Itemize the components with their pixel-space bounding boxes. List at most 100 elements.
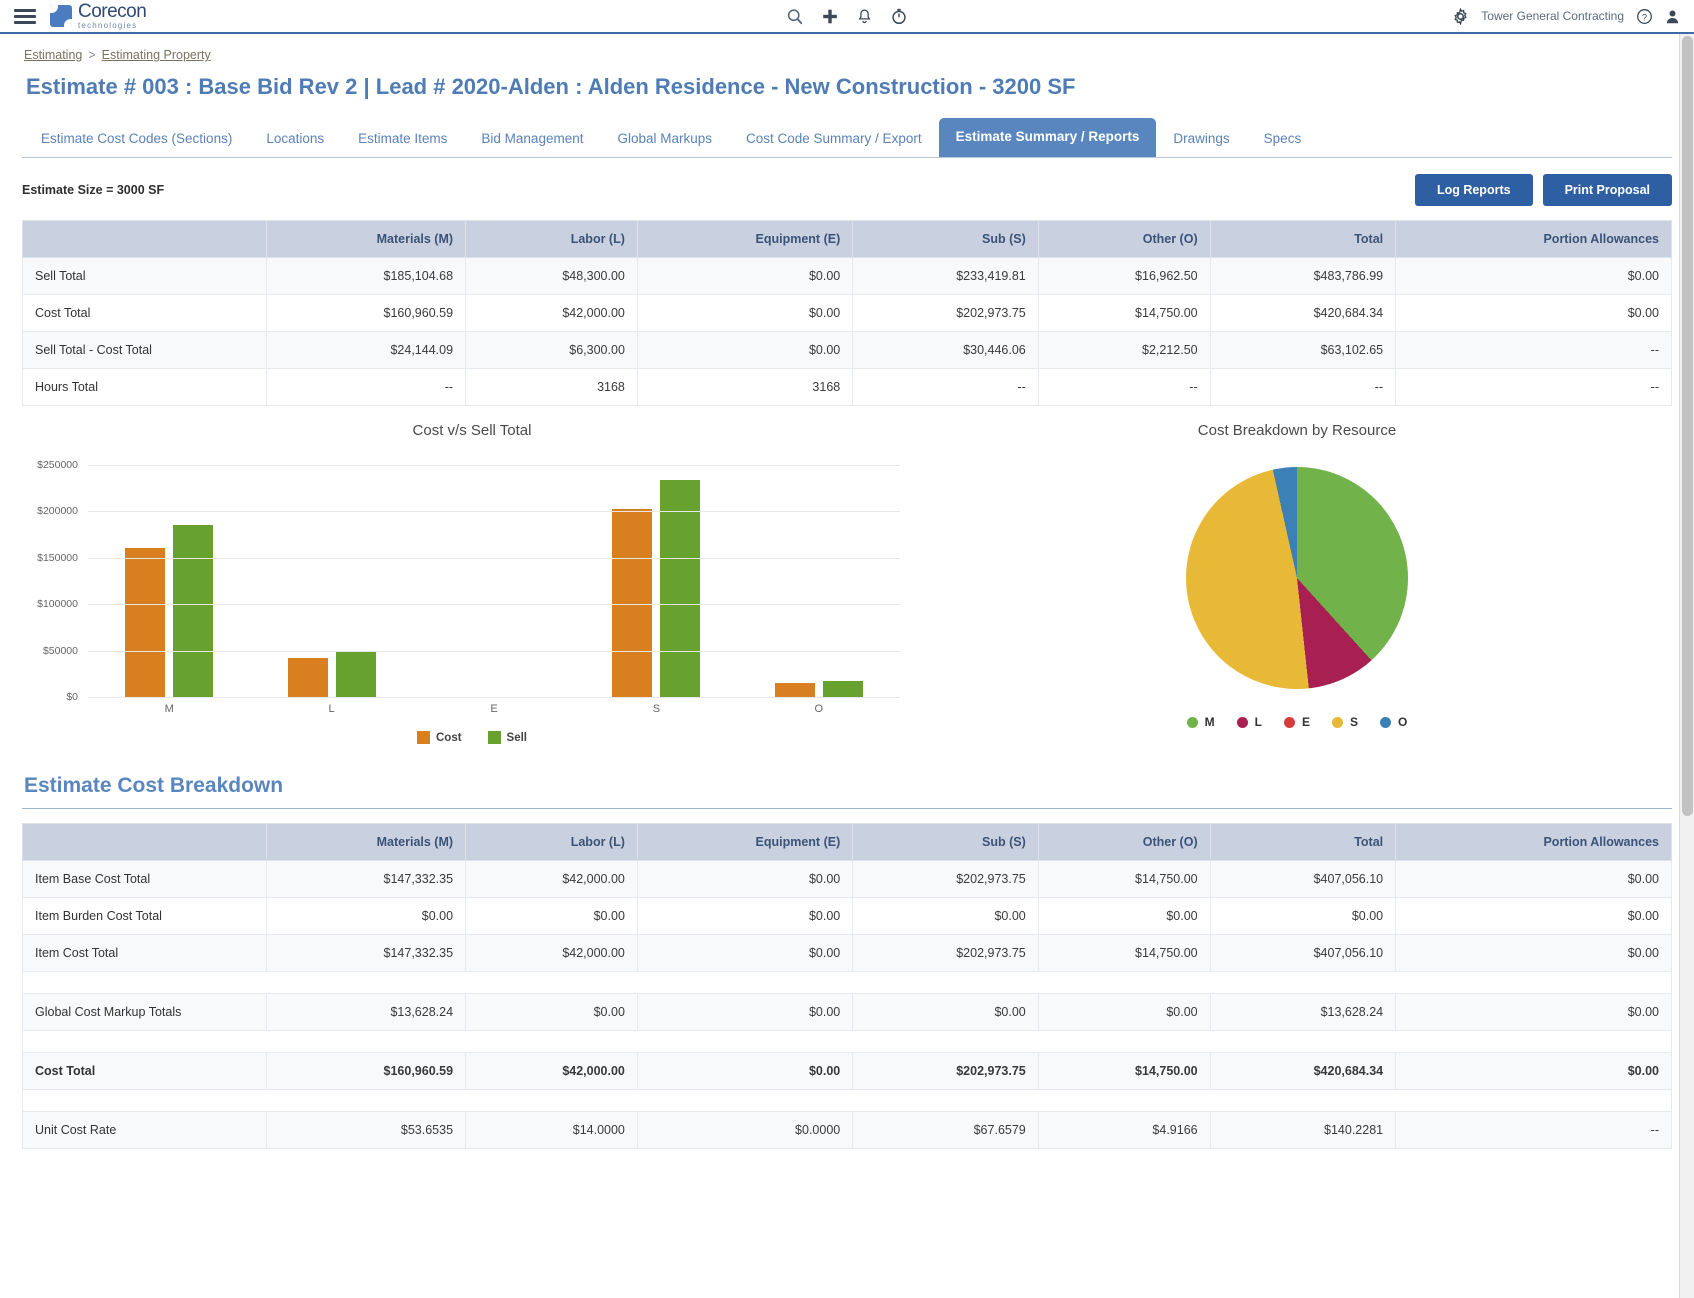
x-axis-label-L: L <box>328 703 335 715</box>
tab-estimate-cost-codes-sections[interactable]: Estimate Cost Codes (Sections) <box>24 122 249 157</box>
header-right: Tower General Contracting ? <box>1452 7 1680 25</box>
table-cell: $0.00 <box>852 897 1039 935</box>
legend-item-cost[interactable]: Cost <box>416 731 462 744</box>
bar-group-S <box>575 465 737 697</box>
gear-icon[interactable] <box>1452 7 1469 25</box>
table-cell: $233,419.81 <box>852 257 1039 295</box>
tab-global-markups[interactable]: Global Markups <box>600 122 729 157</box>
bar-cost-S[interactable] <box>612 508 653 697</box>
breadcrumb-separator: > <box>88 48 96 62</box>
table-cell: $0.00 <box>465 897 638 935</box>
help-icon[interactable]: ? <box>1636 8 1653 25</box>
user-avatar-icon[interactable] <box>1665 8 1680 25</box>
table-cell: $0.00 <box>1037 993 1211 1031</box>
table-cell: $0.00 <box>636 860 854 898</box>
tab-estimate-items[interactable]: Estimate Items <box>341 122 464 157</box>
bar-chart-legend: Cost Sell <box>22 731 922 744</box>
bar-sell-M[interactable] <box>173 525 214 697</box>
column-header-equipment-e: Equipment (E) <box>636 220 854 258</box>
tab-bar: Estimate Cost Codes (Sections) Locations E… <box>22 118 1672 158</box>
row-label: Cost Total <box>22 294 267 332</box>
tab-drawings[interactable]: Drawings <box>1156 122 1246 157</box>
svg-text:?: ? <box>1642 12 1647 22</box>
table-cell: -- <box>1395 331 1672 369</box>
table-cell: -- <box>852 368 1039 406</box>
y-axis-tick-label: $100000 <box>37 598 78 611</box>
breadcrumb-estimating-property[interactable]: Estimating Property <box>102 48 211 62</box>
tab-estimate-summary-reports[interactable]: Estimate Summary / Reports <box>938 118 1157 157</box>
table-cell: $0.00 <box>1395 1052 1672 1090</box>
table-spacer-cell <box>22 971 1672 994</box>
timer-icon[interactable] <box>891 8 908 25</box>
table-cell: $0.00 <box>636 934 854 972</box>
y-gridline <box>88 604 900 606</box>
row-label: Item Cost Total <box>22 934 267 972</box>
row-label: Sell Total <box>22 257 267 295</box>
legend-dot-icon <box>1332 716 1343 728</box>
estimate-cost-breakdown-table: Materials (M) Labor (L) Equipment (E) Sub (… <box>22 823 1672 1149</box>
header-actions <box>787 8 908 25</box>
bar-cost-M[interactable] <box>125 547 166 697</box>
table-cell: $13,628.24 <box>265 993 467 1031</box>
table-cell: $42,000.00 <box>465 860 638 898</box>
bar-plot-area: $0 $50000 $100000 $150000 $200000 $250000 <box>37 459 900 703</box>
print-proposal-button[interactable]: Print Proposal <box>1542 174 1672 206</box>
column-header-sub-s: Sub (S) <box>852 220 1039 258</box>
pie-legend-label: S <box>1350 715 1359 729</box>
table-cell: $407,056.10 <box>1209 860 1397 898</box>
table-cell: $16,962.50 <box>1037 257 1211 295</box>
section-title-estimate-cost-breakdown: Estimate Cost Breakdown <box>24 774 284 797</box>
row-label: Item Base Cost Total <box>22 860 267 898</box>
x-axis-label-S: S <box>652 703 661 715</box>
pie-legend-item-S[interactable]: S <box>1332 715 1358 729</box>
table-cell: $4.9166 <box>1037 1111 1211 1149</box>
table-cell: $24,144.09 <box>265 331 467 369</box>
bar-cost-O[interactable] <box>774 683 815 697</box>
bar-sell-S[interactable] <box>660 480 701 697</box>
brand-name: Corecon <box>78 1 147 22</box>
legend-dot-icon <box>1236 716 1248 728</box>
bar-cost-L[interactable] <box>287 658 328 697</box>
table-cell: $0.00 <box>1037 897 1211 935</box>
table-cell: $30,446.06 <box>852 331 1039 369</box>
search-icon[interactable] <box>787 8 804 25</box>
table-cell: $0.00 <box>636 1052 854 1090</box>
scrollbar-thumb[interactable] <box>1682 36 1693 816</box>
table-cell: $53.6535 <box>265 1111 467 1149</box>
column-header-sub-s: Sub (S) <box>852 823 1039 861</box>
page-title: Estimate # 003 : Base Bid Rev 2 | Lead #… <box>26 74 1076 99</box>
legend-dot-icon <box>1380 716 1392 728</box>
tab-bid-management[interactable]: Bid Management <box>464 122 600 157</box>
table-cell: $420,684.34 <box>1209 1052 1397 1090</box>
bar-group-E <box>413 465 575 697</box>
charts-area: Cost v/s Sell Total $0 $50000 $100000 $1500… <box>22 422 1672 744</box>
add-icon[interactable] <box>822 8 839 25</box>
notification-bell-icon[interactable] <box>857 8 873 25</box>
page-scrollbar[interactable] <box>1679 34 1694 1298</box>
table-cell: $0.0000 <box>636 1111 854 1149</box>
legend-item-sell[interactable]: Sell <box>487 731 527 744</box>
table-cell: $0.00 <box>265 897 467 935</box>
log-reports-button[interactable]: Log Reports <box>1414 174 1533 206</box>
tab-specs[interactable]: Specs <box>1247 122 1319 157</box>
table-cell: $160,960.59 <box>265 1052 467 1090</box>
y-gridline <box>88 465 900 466</box>
pie-legend-item-O[interactable]: O <box>1380 715 1407 729</box>
bar-sell-L[interactable] <box>335 652 376 697</box>
table-cell: $42,000.00 <box>465 294 638 332</box>
pie-legend-item-L[interactable]: L <box>1236 715 1262 729</box>
breadcrumb-estimating[interactable]: Estimating <box>24 48 82 62</box>
tab-cost-code-summary-export[interactable]: Cost Code Summary / Export <box>729 122 939 157</box>
column-header-equipment-e: Equipment (E) <box>636 823 854 861</box>
table-cell: $0.00 <box>1395 294 1672 332</box>
pie-legend-item-M[interactable]: M <box>1186 715 1215 729</box>
bar-sell-O[interactable] <box>822 681 863 697</box>
hamburger-icon[interactable] <box>14 6 36 27</box>
tab-locations[interactable]: Locations <box>249 122 341 157</box>
pie-legend-item-E[interactable]: E <box>1283 715 1310 729</box>
table-cell: $0.00 <box>1395 257 1672 295</box>
legend-swatch-icon <box>487 731 501 744</box>
column-header-other-o: Other (O) <box>1037 220 1211 258</box>
table-cell: 3168 <box>636 368 854 406</box>
table-cell: $14,750.00 <box>1037 860 1211 898</box>
